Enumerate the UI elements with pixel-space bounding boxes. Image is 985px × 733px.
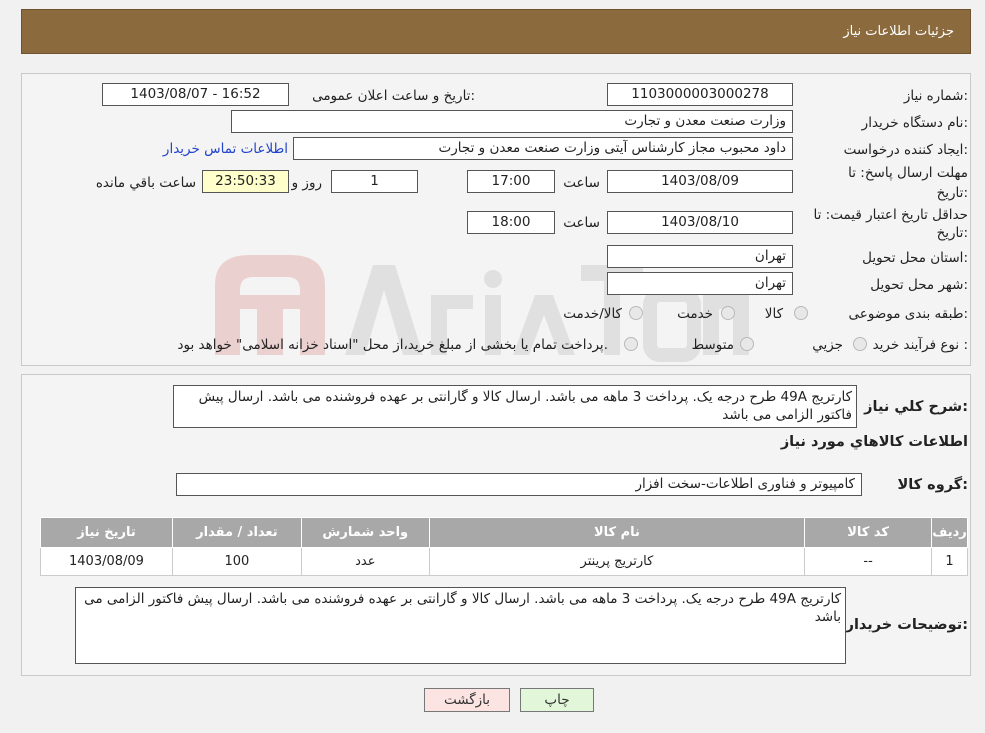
col-quantity: تعداد / مقدار [171, 517, 302, 548]
need-date-cell: 1403/08/09 [40, 547, 173, 576]
deadline-label: مهلت ارسال پاسخ: تا [848, 165, 968, 181]
col-goods-code: کد کالا [804, 517, 933, 548]
col-row-number: رديف [931, 517, 968, 548]
process-radio-medium[interactable] [740, 337, 754, 351]
deadline-time-label: ساعت [563, 175, 600, 191]
process-label: نوع فرآیند خرید : [872, 337, 968, 353]
row-number-cell: 1 [931, 547, 968, 576]
buyer-org-field: وزارت صنعت معدن و تجارت [231, 110, 793, 133]
process-radio-minor[interactable] [853, 337, 867, 351]
need-number-field: 1103000003000278 [607, 83, 793, 106]
category-option-service: خدمت [677, 306, 713, 322]
summary-textarea[interactable]: کارتریج 49A طرح درجه یک. پرداخت 3 ماهه م… [173, 385, 857, 428]
buyer-notes-label: توضیحات خریدار: [845, 617, 968, 633]
col-unit: واحد شمارش [300, 517, 430, 548]
need-number-label: شماره نیاز: [903, 88, 968, 104]
category-radio-service[interactable] [721, 306, 735, 320]
deadline-label-date: تاریخ: [936, 185, 968, 201]
validity-label-date: تاریخ: [936, 225, 968, 241]
table-row: 1 -- کارتریج پرینتر عدد 100 1403/08/09 [40, 547, 968, 576]
validity-label: حداقل تاریخ اعتبار قیمت: تا [813, 207, 968, 223]
process-option-medium: متوسط [691, 337, 734, 353]
city-label: شهر محل تحویل: [870, 277, 968, 293]
requester-field: داود محبوب مجاز کارشناس آیتی وزارت صنعت … [293, 137, 793, 160]
announce-datetime-field: 1403/08/07 - 16:52 [102, 83, 289, 106]
category-label: طبقه بندی موضوعی: [848, 306, 968, 322]
category-radio-goods-service[interactable] [629, 306, 643, 320]
quantity-cell: 100 [171, 547, 302, 576]
category-option-goods-service: کالا/خدمت [563, 306, 622, 322]
buyer-notes-textarea[interactable]: کارتریج 49A طرح درجه یک. پرداخت 3 ماهه م… [75, 587, 846, 664]
announce-datetime-label: تاریخ و ساعت اعلان عمومی: [312, 88, 475, 104]
col-goods-name: نام کالا [428, 517, 806, 548]
buyer-org-label: نام دستگاه خریدار: [861, 115, 968, 131]
province-field: تهران [607, 245, 793, 268]
goods-group-label: گروه کالا: [897, 477, 968, 493]
remaining-time-field: 23:50:33 [202, 170, 289, 193]
goods-code-cell: -- [804, 547, 933, 576]
remaining-time-label: ساعت باقي مانده [95, 175, 196, 191]
treasury-bonds-note: پرداخت تمام یا بخشی از مبلغ خرید،از محل … [177, 337, 608, 353]
treasury-bonds-checkbox[interactable] [624, 337, 638, 351]
unit-cell: عدد [300, 547, 430, 576]
deadline-date-field: 1403/08/09 [607, 170, 793, 193]
summary-label: شرح کلي نياز: [864, 399, 968, 415]
province-label: استان محل تحویل: [862, 250, 968, 266]
goods-group-field: کامپیوتر و فناوری اطلاعات-سخت افزار [176, 473, 862, 496]
goods-section-title: اطلاعات کالاهاي مورد نياز [780, 434, 968, 450]
validity-time-field: 18:00 [467, 211, 555, 234]
deadline-time-field: 17:00 [467, 170, 555, 193]
validity-date-field: 1403/08/10 [607, 211, 793, 234]
process-option-minor: جزیي [812, 337, 843, 353]
buyer-contact-link[interactable]: اطلاعات تماس خریدار [163, 141, 288, 157]
goods-table: رديف کد کالا نام کالا واحد شمارش تعداد /… [40, 517, 968, 576]
validity-time-label: ساعت [563, 215, 600, 231]
print-button[interactable]: چاپ [520, 688, 594, 712]
remaining-days-field: 1 [331, 170, 418, 193]
col-need-date: تاریخ نیاز [40, 517, 173, 548]
days-label: روز و [291, 175, 322, 191]
category-option-goods: کالا [764, 306, 783, 322]
goods-name-cell: کارتریج پرینتر [428, 547, 806, 576]
category-radio-goods[interactable] [794, 306, 808, 320]
goods-table-header: رديف کد کالا نام کالا واحد شمارش تعداد /… [40, 517, 968, 548]
page-title: جزئیات اطلاعات نیاز [843, 24, 954, 39]
back-button[interactable]: بازگشت [424, 688, 510, 712]
page-header: جزئیات اطلاعات نیاز [21, 9, 971, 54]
city-field: تهران [607, 272, 793, 295]
requester-label: ایجاد کننده درخواست: [843, 142, 968, 158]
